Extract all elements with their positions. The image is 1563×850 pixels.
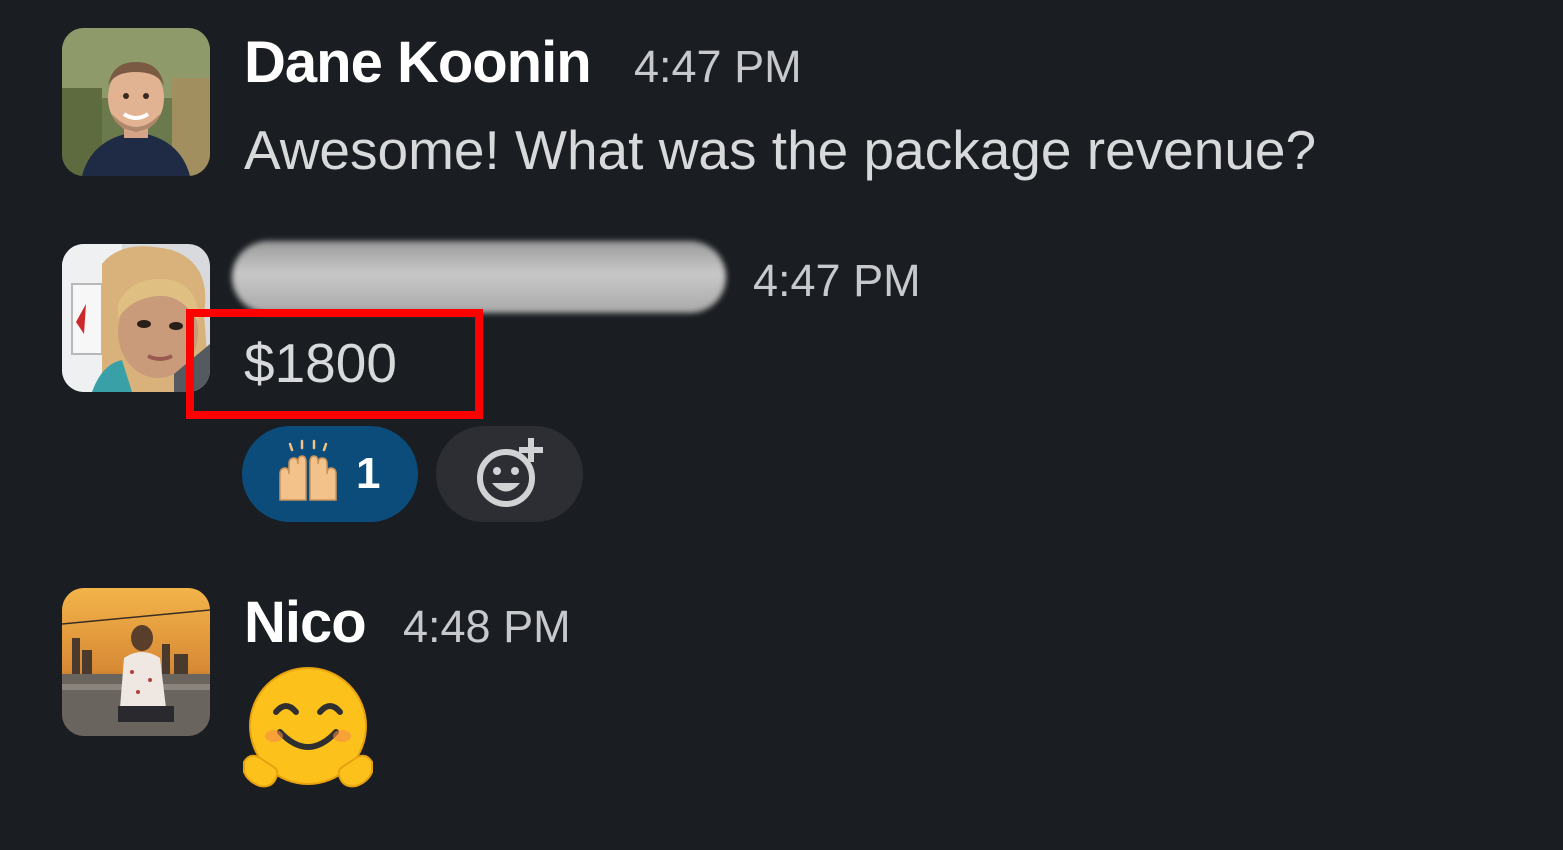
- reaction-pill-raising-hands[interactable]: 1: [242, 426, 418, 522]
- message-item: Dane Koonin 4:47 PM Awesome! What was th…: [0, 0, 1563, 210]
- reaction-count: 1: [356, 449, 381, 498]
- hugging-face-icon: [243, 667, 373, 788]
- avatar-nico[interactable]: [62, 588, 210, 736]
- redacted-author-name: [232, 241, 726, 313]
- message-list: Dane Koonin 4:47 PM Awesome! What was th…: [0, 0, 1563, 850]
- message-timestamp[interactable]: 4:48 PM: [403, 604, 571, 649]
- message-author[interactable]: Nico: [244, 594, 367, 652]
- message-item: Nico 4:48 PM: [0, 570, 1563, 830]
- message-timestamp[interactable]: 4:47 PM: [753, 258, 921, 303]
- message-author[interactable]: Dane Koonin: [244, 34, 592, 92]
- message-timestamp[interactable]: 4:47 PM: [634, 44, 802, 89]
- add-emoji-icon: [476, 438, 543, 507]
- add-reaction-button[interactable]: [436, 426, 583, 522]
- message-text: Awesome! What was the package revenue?: [244, 119, 1317, 181]
- raising-hands-icon: [279, 439, 337, 501]
- avatar-dane[interactable]: [62, 28, 210, 176]
- annotation-highlight-box: [186, 309, 483, 419]
